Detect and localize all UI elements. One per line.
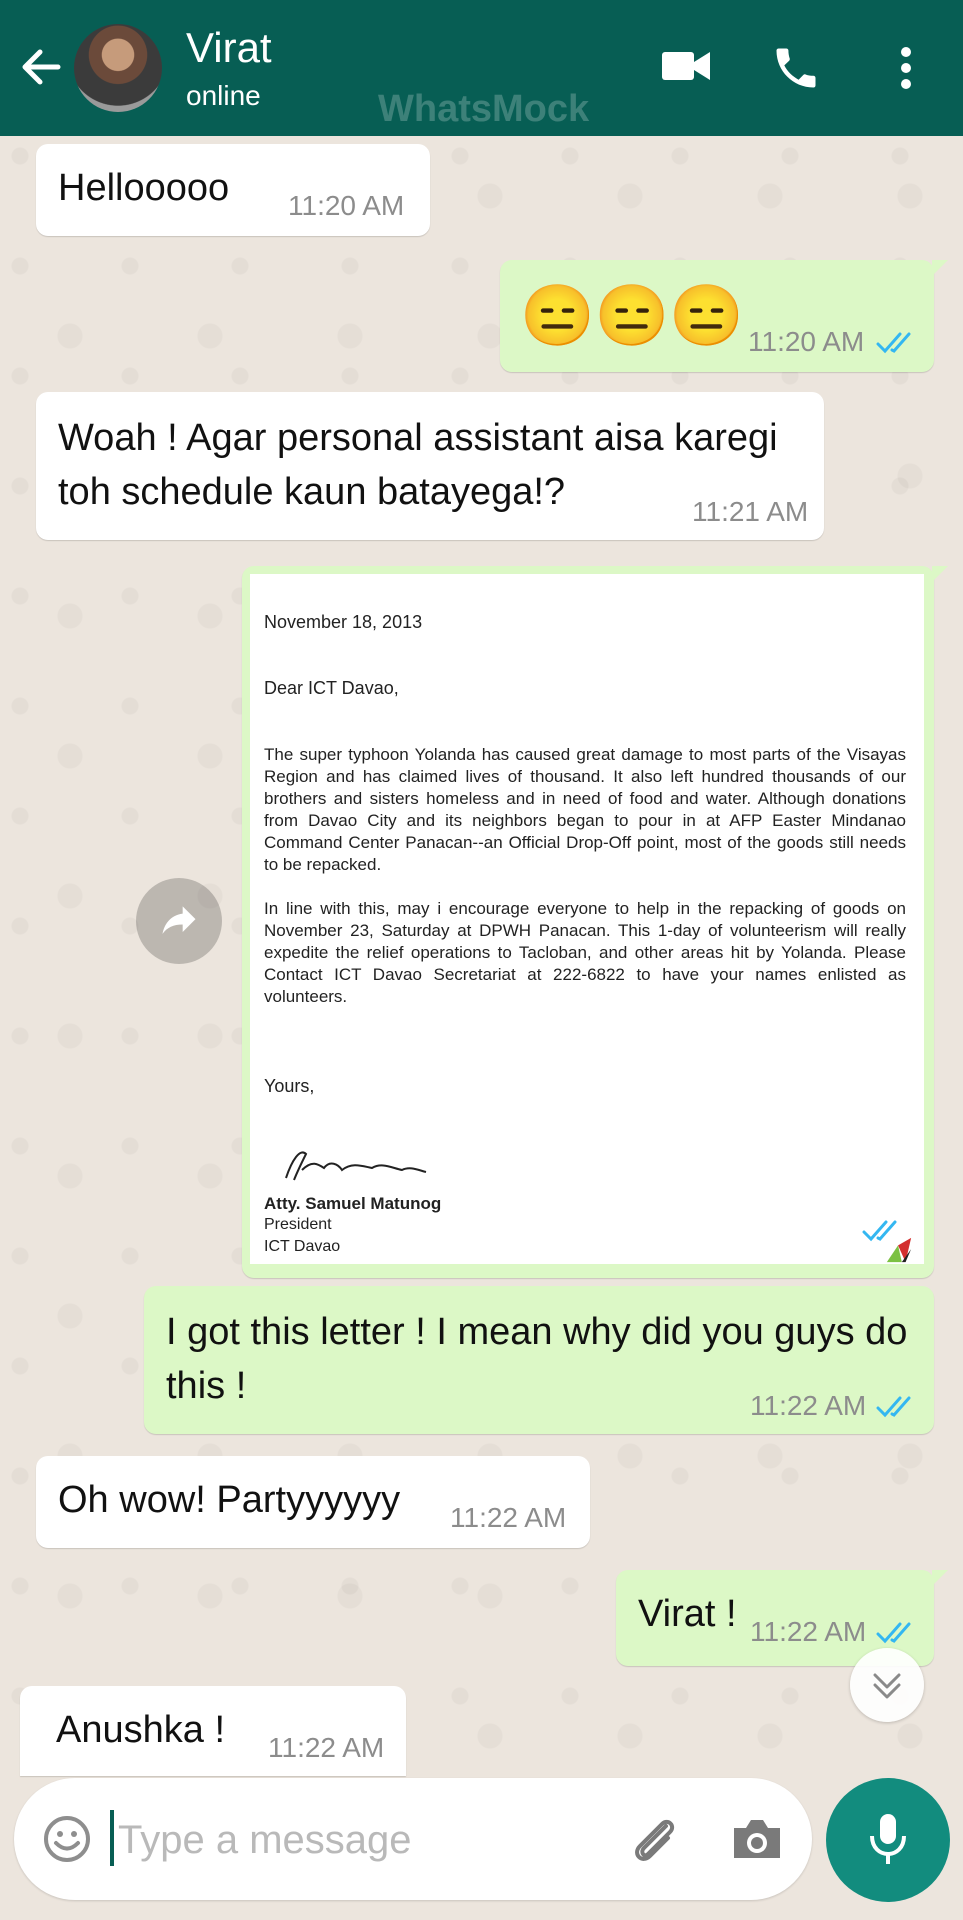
message-text: Hellooooo: [58, 167, 230, 209]
bubble-tail: [932, 260, 948, 276]
forward-icon: [162, 906, 196, 934]
letter-closing: Yours,: [264, 1076, 315, 1096]
letter-date: November 18, 2013: [264, 612, 423, 632]
scroll-to-bottom-button[interactable]: [850, 1648, 924, 1722]
contact-avatar[interactable]: [74, 24, 162, 112]
signature-image: [285, 1151, 427, 1181]
letter-signer-name: Atty. Samuel Matunog: [264, 1194, 442, 1213]
phone-icon[interactable]: [770, 42, 822, 94]
message-time: 11:21 AM: [692, 496, 809, 527]
message-emoji: 😑😑😑: [520, 282, 745, 349]
back-arrow-icon[interactable]: [18, 44, 64, 90]
bubble-tail: [932, 1570, 948, 1586]
message-time: 11:20 AM: [748, 326, 865, 357]
message-time: 11:22 AM: [750, 1390, 867, 1421]
emoji-icon[interactable]: [42, 1814, 92, 1864]
message-input[interactable]: [116, 1806, 620, 1874]
more-options-icon[interactable]: [890, 44, 922, 92]
message-bubble-outgoing[interactable]: 😑😑😑 11:20 AM: [500, 260, 948, 372]
message-bubble-incoming[interactable]: Hellooooo 11:20 AM: [36, 144, 430, 236]
chevron-down-double-icon: [873, 1673, 901, 1699]
forward-button[interactable]: [136, 878, 222, 964]
microphone-icon: [870, 1814, 906, 1864]
chat-header: Virat online WhatsMock: [0, 0, 963, 136]
message-bubble-outgoing[interactable]: I got this letter ! I mean why did you g…: [144, 1286, 934, 1434]
message-text: Oh wow! Partyyyyyy: [58, 1479, 401, 1521]
letter-image[interactable]: November 18, 2013 Dear ICT Davao, The su…: [250, 574, 924, 1264]
voice-record-button[interactable]: [826, 1778, 950, 1902]
attachment-icon[interactable]: [626, 1812, 682, 1868]
letter-paragraph: The super typhoon Yolanda has caused gre…: [264, 745, 906, 874]
image-message-time: 11:21 AM: [732, 1208, 849, 1239]
message-text-line: toh schedule kaun batayega!?: [58, 471, 566, 513]
message-time: 11:20 AM: [288, 190, 405, 221]
message-bubble-incoming[interactable]: Woah ! Agar personal assistant aisa kare…: [36, 392, 824, 540]
message-time: 11:22 AM: [268, 1732, 385, 1763]
message-text: Anushka !: [56, 1709, 225, 1751]
contact-name[interactable]: Virat: [186, 24, 272, 72]
logo-mark-icon: [886, 1237, 912, 1263]
message-text-line: I got this letter ! I mean why did you g…: [166, 1311, 908, 1353]
message-text: Virat !: [638, 1593, 737, 1635]
message-time: 11:22 AM: [450, 1502, 567, 1533]
message-bubble-incoming[interactable]: Anushka ! 11:22 AM: [20, 1686, 406, 1776]
letter-paragraph: In line with this, may i encourage every…: [264, 899, 906, 1006]
app-watermark: WhatsMock: [378, 88, 590, 130]
read-receipt-icon: [876, 1396, 911, 1418]
message-text-line: this !: [166, 1365, 247, 1407]
contact-status: online: [186, 80, 261, 111]
message-time: 11:22 AM: [750, 1616, 867, 1647]
message-bubble-incoming[interactable]: Oh wow! Partyyyyyy 11:22 AM: [36, 1456, 590, 1548]
video-call-icon[interactable]: [660, 46, 712, 86]
message-composer: [14, 1778, 812, 1900]
read-receipt-icon: [876, 332, 911, 354]
text-cursor: [110, 1810, 114, 1866]
read-receipt-icon: [876, 1622, 911, 1644]
message-text-line: Woah ! Agar personal assistant aisa kare…: [58, 417, 778, 459]
bubble-tail: [932, 566, 948, 582]
letter-greeting: Dear ICT Davao,: [264, 678, 399, 698]
camera-icon[interactable]: [730, 1816, 784, 1862]
letter-signer-org: ICT Davao: [264, 1238, 341, 1255]
letter-signer-title: President: [264, 1216, 332, 1233]
